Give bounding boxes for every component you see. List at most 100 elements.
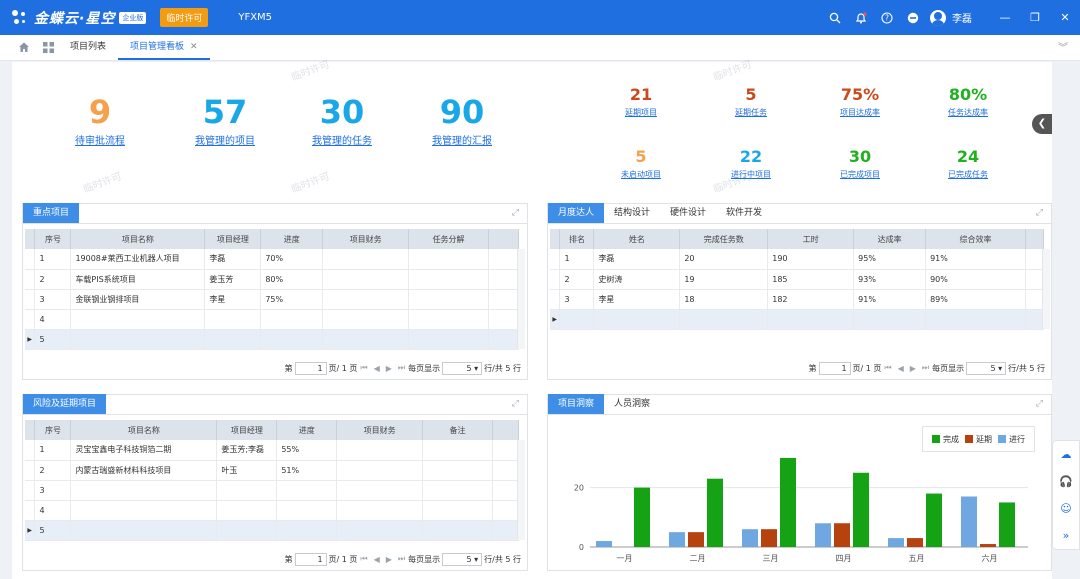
cell[interactable]: 金联钢业钢排项目 xyxy=(70,289,206,310)
table-row[interactable]: ▶ xyxy=(550,309,1045,330)
cell[interactable]: 5 xyxy=(34,520,72,541)
cell[interactable] xyxy=(70,480,218,501)
cell[interactable] xyxy=(336,440,424,461)
cell[interactable]: 3 xyxy=(34,289,72,310)
legend-item[interactable]: 进行 xyxy=(998,434,1025,445)
tab-people-insight[interactable]: 人员洞察 xyxy=(604,394,660,414)
tab-structural-design[interactable]: 结构设计 xyxy=(604,203,660,223)
cell[interactable]: 姜玉芳 xyxy=(204,269,262,290)
last-page-icon[interactable]: ⏭ xyxy=(922,363,929,373)
cell[interactable]: 18 xyxy=(679,289,769,310)
table-row[interactable]: 4 xyxy=(25,500,520,521)
stat-label[interactable]: 项目达成率 xyxy=(815,107,905,118)
cell[interactable]: 1 xyxy=(559,249,595,270)
cell[interactable]: 70% xyxy=(260,249,324,270)
cell[interactable]: 5 xyxy=(34,329,72,350)
cell[interactable]: 叶玉 xyxy=(216,460,278,481)
tab-key-projects[interactable]: 重点项目 xyxy=(23,203,80,223)
cell[interactable]: 李星 xyxy=(204,289,262,310)
first-page-icon[interactable]: ⏮ xyxy=(360,554,367,564)
table-row[interactable]: ▶ 5 xyxy=(25,329,519,350)
cell[interactable] xyxy=(593,309,681,330)
column-header[interactable]: 姓名 xyxy=(593,229,681,249)
cell[interactable]: 91% xyxy=(925,249,1026,270)
stat-my-tasks[interactable]: 30 我管理的任务 xyxy=(297,94,387,147)
expand-icon[interactable]: ⤢ xyxy=(512,208,519,218)
stat-label[interactable]: 延期项目 xyxy=(596,107,686,118)
legend-item[interactable]: 延期 xyxy=(965,434,992,445)
tab-risk-projects[interactable]: 风险及延期项目 xyxy=(23,394,107,414)
column-header[interactable]: 项目名称 xyxy=(70,420,218,440)
cell[interactable]: 19008#莱西工业机器人项目 xyxy=(70,249,206,270)
tenant-name[interactable]: YFXM5 xyxy=(238,12,272,23)
minimize-icon[interactable]: — xyxy=(990,11,1020,24)
stat-in-progress-projects[interactable]: 22 进行中项目 xyxy=(706,148,796,180)
stat-my-projects[interactable]: 57 我管理的项目 xyxy=(180,94,270,147)
expand-icon[interactable]: ⤢ xyxy=(512,399,519,409)
double-chevron-down-icon[interactable]: ︾ xyxy=(1058,39,1068,54)
cell[interactable] xyxy=(336,500,424,521)
last-page-icon[interactable]: ⏭ xyxy=(398,554,405,564)
search-icon[interactable] xyxy=(827,10,843,26)
expand-icon[interactable]: ⤢ xyxy=(1036,399,1043,409)
per-page-select[interactable]: 5 ▾ xyxy=(966,361,1007,375)
smiley-icon[interactable]: ☺ xyxy=(1060,502,1071,515)
stat-label[interactable]: 我管理的汇报 xyxy=(417,132,507,147)
cell[interactable] xyxy=(260,329,324,350)
cell[interactable]: 李星 xyxy=(593,289,681,310)
next-page-icon[interactable]: ▶ xyxy=(386,364,392,373)
cell[interactable]: 75% xyxy=(260,289,324,310)
cell[interactable] xyxy=(70,500,218,521)
close-icon[interactable]: ✕ xyxy=(1050,11,1080,24)
cell[interactable] xyxy=(422,460,493,481)
cell[interactable] xyxy=(276,480,338,501)
column-header[interactable]: 项目经理 xyxy=(204,229,262,249)
table-row[interactable]: 1 李磊 20 190 95% 91% xyxy=(550,249,1045,270)
cell[interactable]: 20 xyxy=(679,249,769,270)
stat-label[interactable]: 我管理的项目 xyxy=(180,132,270,147)
cell[interactable] xyxy=(70,329,206,350)
first-page-icon[interactable]: ⏮ xyxy=(360,363,367,373)
brand-logo[interactable]: 金蝶云·星空 企业版 xyxy=(10,8,147,28)
cell[interactable]: 灵宝宝鑫电子科技铜箔二期 xyxy=(70,440,218,461)
column-header[interactable]: 序号 xyxy=(34,420,72,440)
cell[interactable] xyxy=(216,500,278,521)
column-header[interactable]: 工时 xyxy=(767,229,855,249)
app-grid-icon[interactable] xyxy=(38,34,58,60)
per-page-select[interactable]: 5 ▾ xyxy=(442,552,483,566)
cell[interactable] xyxy=(408,269,489,290)
cell[interactable]: 19 xyxy=(679,269,769,290)
vertical-scrollbar[interactable] xyxy=(1042,249,1050,329)
column-header[interactable]: 进度 xyxy=(276,420,338,440)
first-page-icon[interactable]: ⏮ xyxy=(884,363,891,373)
page-input[interactable]: 1 xyxy=(294,361,327,375)
stat-task-rate[interactable]: 80% 任务达成率 xyxy=(923,86,1013,118)
minus-circle-icon[interactable] xyxy=(905,10,921,26)
vertical-scrollbar[interactable] xyxy=(517,440,525,540)
cell[interactable]: 185 xyxy=(767,269,855,290)
stat-label[interactable]: 已完成项目 xyxy=(815,169,905,180)
stat-label[interactable]: 我管理的任务 xyxy=(297,132,387,147)
column-header[interactable]: 项目财务 xyxy=(336,420,424,440)
cell[interactable]: 1 xyxy=(34,440,72,461)
cell[interactable]: 李磊 xyxy=(204,249,262,270)
cell[interactable] xyxy=(322,329,410,350)
cell[interactable] xyxy=(422,520,493,541)
vertical-scrollbar[interactable] xyxy=(517,249,525,349)
tab-monthly-stars[interactable]: 月度达人 xyxy=(548,203,605,223)
table-row[interactable]: 3 xyxy=(25,480,520,501)
column-header[interactable]: 达成率 xyxy=(853,229,927,249)
tab-close-icon[interactable]: ✕ xyxy=(190,42,198,52)
cell[interactable] xyxy=(276,520,338,541)
cell[interactable] xyxy=(408,309,489,330)
cell[interactable]: 李磊 xyxy=(593,249,681,270)
cell[interactable]: 3 xyxy=(34,480,72,501)
stat-delayed-tasks[interactable]: 5 延期任务 xyxy=(706,86,796,118)
cell[interactable] xyxy=(767,309,855,330)
page-input[interactable]: 1 xyxy=(294,552,327,566)
cell[interactable]: 姜玉芳;李磊 xyxy=(216,440,278,461)
stat-project-rate[interactable]: 75% 项目达成率 xyxy=(815,86,905,118)
headset-icon[interactable]: 🎧 xyxy=(1059,475,1073,488)
cell[interactable]: 1 xyxy=(34,249,72,270)
cell[interactable]: 史树涛 xyxy=(593,269,681,290)
